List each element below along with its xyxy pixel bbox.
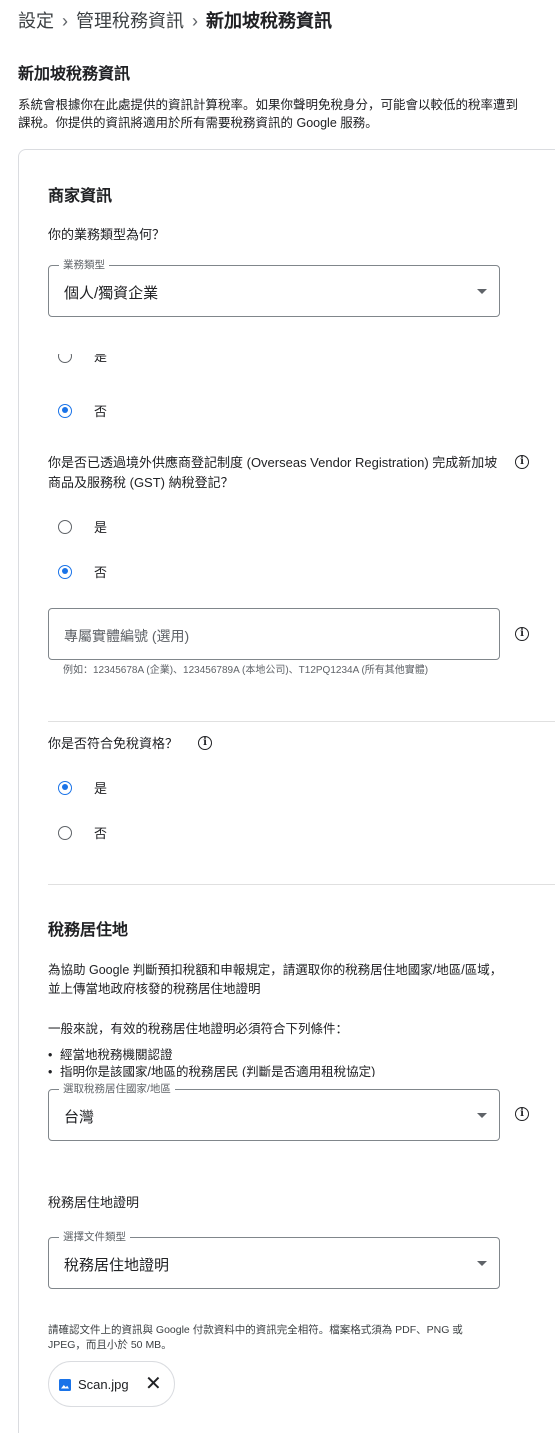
info-icon[interactable]: i: [515, 627, 529, 641]
divider: [48, 721, 555, 722]
breadcrumb-separator: ›: [62, 11, 68, 31]
info-icon[interactable]: i: [515, 455, 529, 469]
radio-no-2[interactable]: [58, 564, 72, 579]
radio-row-no-1[interactable]: 否: [58, 401, 107, 420]
intro-text: 系統會根據你在此處提供的資訊計算稅率。如果你聲明免稅身分，可能會以較低的稅率遭到…: [18, 98, 519, 130]
divider: [48, 884, 555, 885]
uen-field[interactable]: 專屬實體編號 (選用): [48, 608, 500, 660]
business-info-title: 商家資訊: [48, 188, 113, 205]
residence-proof-title: 稅務居住地證明: [48, 1195, 140, 1210]
requirements-list: 經當地稅務機關認證 指明你是該國家/地區的稅務居民 (判斷是否適用租稅協定): [48, 1047, 518, 1077]
caret-down-icon: [477, 289, 487, 294]
info-icon[interactable]: i: [515, 1107, 529, 1121]
business-type-select[interactable]: 業務類型 個人/獨資企業: [48, 258, 500, 317]
radio-row-no-3[interactable]: 否: [58, 823, 107, 842]
breadcrumb-manage-tax-info[interactable]: 管理稅務資訊: [76, 11, 184, 31]
radio-row-no-2[interactable]: 否: [58, 562, 107, 581]
image-file-icon: [59, 1379, 71, 1391]
breadcrumb-settings[interactable]: 設定: [18, 11, 54, 31]
business-type-value: 個人/獨資企業: [64, 285, 159, 302]
list-item: 經當地稅務機關認證: [48, 1047, 518, 1064]
uen-placeholder: 專屬實體編號 (選用): [64, 628, 190, 644]
radio-yes-2[interactable]: [58, 519, 72, 534]
radio-row-yes-2[interactable]: 是: [58, 517, 107, 536]
radio-yes-3-label: 是: [94, 781, 108, 796]
radio-no-2-label: 否: [94, 565, 108, 580]
radio-yes-3[interactable]: [58, 780, 72, 795]
partially-hidden-option: 是: [48, 354, 528, 368]
tax-residence-title: 稅務居住地: [48, 922, 129, 939]
ovr-question: 你是否已透過境外供應商登記制度 (Overseas Vendor Registr…: [48, 455, 498, 490]
upload-note: 請確認文件上的資訊與 Google 付款資料中的資訊完全相符。檔案格式須為 PD…: [48, 1324, 463, 1351]
document-type-label: 選擇文件類型: [59, 1230, 130, 1244]
business-type-label: 業務類型: [59, 258, 109, 272]
breadcrumb: 設定 › 管理稅務資訊 › 新加坡稅務資訊: [18, 9, 332, 33]
residence-country-value: 台灣: [64, 1109, 95, 1126]
radio-partial[interactable]: [58, 354, 72, 363]
caret-down-icon: [477, 1261, 487, 1266]
radio-no-3[interactable]: [58, 825, 72, 840]
uen-helper-text: 例如：12345678A (企業)、123456789A (本地公司)、T12P…: [63, 665, 429, 676]
exempt-question: 你是否符合免稅資格？: [48, 736, 179, 751]
radio-yes-2-label: 是: [94, 520, 108, 535]
tax-residence-description: 為協助 Google 判斷預扣稅額和申報規定，請選取你的稅務居住地國家/地區/區…: [48, 963, 503, 996]
list-item: 指明你是該國家/地區的稅務居民 (判斷是否適用租稅協定): [48, 1064, 518, 1077]
file-name: Scan.jpg: [78, 1377, 129, 1392]
close-icon[interactable]: ✕: [145, 1374, 162, 1394]
business-type-question: 你的業務類型為何？: [48, 227, 166, 242]
residence-country-label: 選取稅務居住國家/地區: [59, 1082, 175, 1096]
breadcrumb-separator: ›: [192, 11, 198, 31]
requirements-intro: 一般來說，有效的稅務居住地證明必須符合下列條件：: [48, 1022, 349, 1036]
info-icon[interactable]: i: [198, 736, 212, 750]
breadcrumb-current: 新加坡稅務資訊: [206, 11, 332, 31]
radio-no-3-label: 否: [94, 826, 108, 841]
radio-no-1[interactable]: [58, 403, 72, 418]
document-type-value: 稅務居住地證明: [64, 1257, 170, 1274]
radio-no-1-label: 否: [94, 404, 108, 419]
page-title: 新加坡稅務資訊: [18, 66, 131, 83]
tax-info-page: 設定 › 管理稅務資訊 › 新加坡稅務資訊 新加坡稅務資訊 系統會根據你在此處提供的資訊…: [0, 0, 555, 1433]
radio-row-yes-3[interactable]: 是: [58, 778, 107, 797]
document-type-select[interactable]: 選擇文件類型 稅務居住地證明: [48, 1230, 500, 1289]
caret-down-icon: [477, 1113, 487, 1118]
radio-partial-label: 是: [94, 354, 108, 364]
residence-country-select[interactable]: 選取稅務居住國家/地區 台灣: [48, 1082, 500, 1141]
uploaded-file-chip[interactable]: Scan.jpg ✕: [48, 1361, 175, 1407]
